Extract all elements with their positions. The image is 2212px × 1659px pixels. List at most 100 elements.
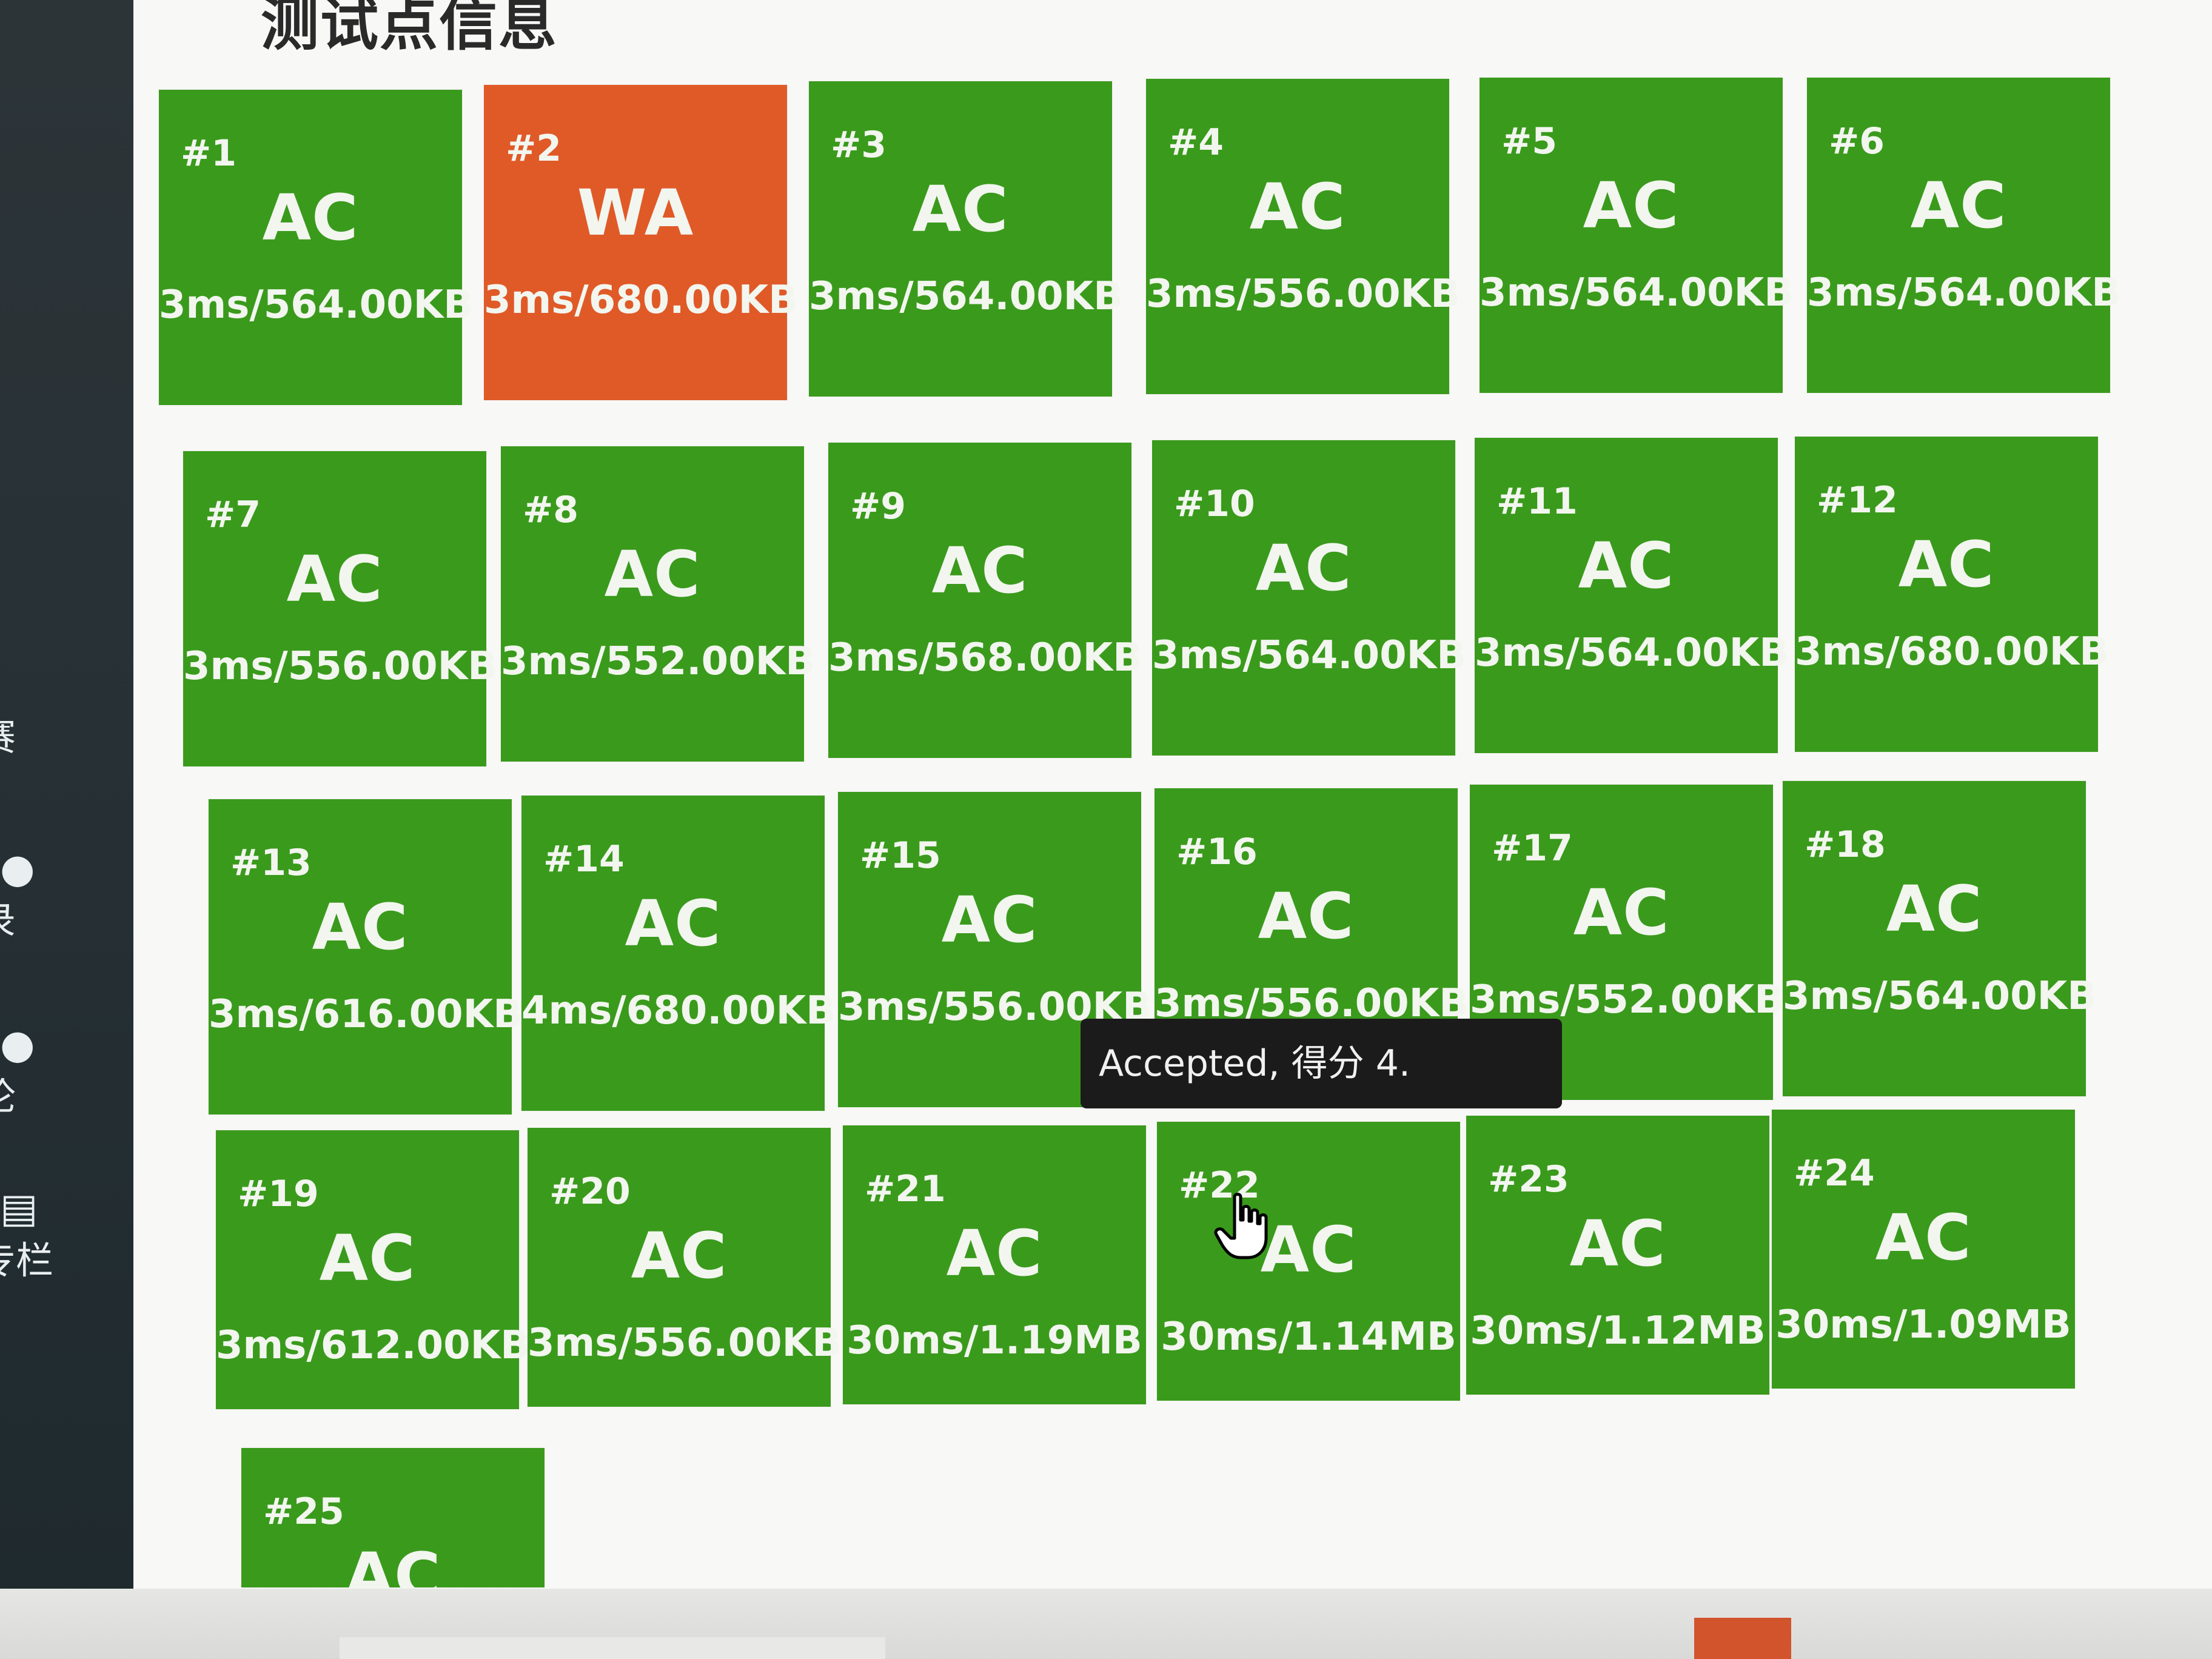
sidebar-item-column[interactable]: ▤ 专栏 — [0, 1188, 97, 1279]
sidebar-item-label: 录 — [0, 902, 97, 940]
testcase-tile[interactable]: #24 AC 30ms/1.09MB — [1772, 1110, 2075, 1389]
testcase-tile[interactable]: #19 AC 3ms/612.00KB — [216, 1130, 531, 1409]
testcase-id: #17 — [1492, 827, 1573, 870]
testcase-tile[interactable]: #10 AC 3ms/564.00KB — [1152, 440, 1467, 756]
hand-cursor-icon — [1214, 1193, 1268, 1259]
testcase-status: AC — [1886, 872, 1983, 946]
testcase-id: #6 — [1829, 120, 1885, 163]
testcase-grid: #1 AC 3ms/564.00KB #2 WA 3ms/680.00KB #3… — [133, 0, 2212, 1589]
sidebar-item-record[interactable]: ● 录 — [0, 849, 97, 940]
testcase-meta: 30ms/1.12MB — [1470, 1309, 1766, 1353]
testcase-status: AC — [1258, 879, 1355, 953]
testcase-status: AC — [946, 1216, 1043, 1290]
testcase-meta: 3ms/564.00KB — [1807, 270, 2122, 315]
testcase-status: AC — [625, 886, 722, 960]
testcase-meta: 30ms/1.09MB — [1775, 1302, 2071, 1347]
testcase-id: #20 — [549, 1170, 631, 1213]
taskbar — [0, 1589, 2212, 1659]
testcase-status: AC — [912, 172, 1009, 246]
testcase-status: AC — [312, 890, 409, 964]
testcase-tile[interactable]: #22 AC 30ms/1.14MB — [1157, 1122, 1460, 1401]
testcase-tile[interactable]: #20 AC 3ms/556.00KB — [528, 1128, 842, 1407]
taskbar-app-icon[interactable] — [1694, 1618, 1791, 1659]
sidebar-item-label: 论 — [0, 1078, 97, 1116]
testcase-tile[interactable]: #14 AC 4ms/680.00KB — [521, 796, 836, 1111]
testcase-status: AC — [1910, 169, 2007, 243]
testcase-meta: 3ms/564.00KB — [159, 283, 474, 327]
testcase-status: AC — [1249, 170, 1346, 244]
testcase-tile[interactable]: #23 AC 30ms/1.12MB — [1466, 1116, 1769, 1395]
testcase-status: AC — [1875, 1201, 1972, 1275]
testcase-tile[interactable]: #1 AC 3ms/564.00KB — [159, 90, 474, 405]
testcase-meta: 3ms/556.00KB — [1146, 272, 1461, 317]
testcase-tile[interactable]: #2 WA 3ms/680.00KB — [484, 85, 799, 400]
testcase-id: #25 — [263, 1490, 344, 1533]
testcase-status: AC — [1569, 1207, 1666, 1281]
testcase-id: #7 — [205, 494, 261, 536]
testcase-status: AC — [941, 883, 1038, 957]
testcase-id: #1 — [181, 132, 237, 175]
testcase-status: AC — [286, 542, 383, 616]
testcase-id: #19 — [238, 1173, 319, 1215]
testcase-meta: 3ms/552.00KB — [501, 639, 816, 684]
screen: 赛 ● 录 ● 论 ▤ 专栏 测试点信息 #1 AC 3ms/564.00KB … — [0, 0, 2212, 1589]
sidebar-item-discussion[interactable]: ● 论 — [0, 1025, 97, 1116]
testcase-status: AC — [1583, 169, 1680, 243]
testcase-meta: 3ms/564.00KB — [1480, 270, 1794, 315]
testcase-status: AC — [1573, 876, 1670, 950]
testcase-status: AC — [604, 537, 701, 611]
taskbar-slot — [340, 1637, 885, 1659]
testcase-meta: 3ms/680.00KB — [1795, 629, 2110, 674]
testcase-id: #3 — [831, 124, 887, 166]
testcase-tile[interactable]: #21 AC 30ms/1.19MB — [843, 1125, 1146, 1404]
testcase-status: AC — [931, 534, 1028, 608]
discussion-icon: ● — [0, 1021, 35, 1068]
testcase-status: WA — [577, 176, 694, 250]
testcase-status: AC — [1898, 528, 1995, 602]
testcase-id: #4 — [1168, 121, 1224, 164]
testcase-tile[interactable]: #9 AC 3ms/568.00KB — [828, 443, 1142, 758]
testcase-meta: 3ms/612.00KB — [216, 1323, 531, 1368]
testcase-meta: 3ms/680.00KB — [484, 278, 799, 323]
testcase-id: #14 — [543, 838, 625, 880]
testcase-tile[interactable]: #25 AC — [241, 1448, 545, 1589]
testcase-tile[interactable]: #4 AC 3ms/556.00KB — [1146, 79, 1461, 394]
testcase-id: #11 — [1496, 480, 1578, 523]
testcase-meta: 3ms/564.00KB — [1152, 633, 1467, 678]
testcase-tile[interactable]: #5 AC 3ms/564.00KB — [1480, 78, 1794, 393]
testcase-id: #13 — [230, 842, 312, 884]
sidebar-item-contest[interactable]: 赛 — [0, 719, 97, 756]
testcase-tile[interactable]: #11 AC 3ms/564.00KB — [1475, 438, 1789, 753]
testcase-meta: 3ms/556.00KB — [183, 644, 498, 689]
testcase-id: #15 — [860, 834, 941, 877]
testcase-id: #23 — [1488, 1158, 1569, 1201]
testcase-id: #5 — [1501, 120, 1558, 163]
testcase-tile[interactable]: #13 AC 3ms/616.00KB — [209, 799, 523, 1114]
testcase-id: #18 — [1805, 823, 1886, 866]
testcase-meta: 3ms/616.00KB — [209, 992, 523, 1037]
testcase-id: #10 — [1174, 483, 1255, 525]
testcase-tile[interactable]: #6 AC 3ms/564.00KB — [1807, 78, 2122, 393]
testcase-meta: 3ms/556.00KB — [528, 1321, 842, 1366]
testcase-status: AC — [1578, 529, 1675, 603]
testcase-tile[interactable]: #8 AC 3ms/552.00KB — [501, 446, 816, 762]
testcase-meta: 30ms/1.19MB — [846, 1318, 1142, 1363]
testcase-meta: 3ms/564.00KB — [809, 274, 1124, 319]
testcase-tile[interactable]: #3 AC 3ms/564.00KB — [809, 81, 1124, 397]
sidebar-item-label: 赛 — [0, 719, 97, 756]
testcase-id: #8 — [523, 489, 579, 531]
record-icon: ● — [0, 845, 35, 892]
testcase-status: AC — [631, 1219, 728, 1293]
testcase-id: #21 — [865, 1168, 946, 1210]
testcase-status: AC — [1260, 1213, 1357, 1287]
testcase-tile[interactable]: #12 AC 3ms/680.00KB — [1795, 437, 2110, 752]
testcase-tile[interactable]: #18 AC 3ms/564.00KB — [1783, 781, 2097, 1096]
testcase-status: AC — [1255, 531, 1352, 605]
testcase-meta: 3ms/552.00KB — [1470, 977, 1785, 1022]
testcase-meta: 30ms/1.14MB — [1161, 1315, 1456, 1359]
testcase-id: #9 — [850, 485, 907, 528]
testcase-id: #24 — [1794, 1152, 1875, 1195]
sidebar-item-label: 专栏 — [0, 1238, 54, 1282]
testcase-tile[interactable]: #7 AC 3ms/556.00KB — [183, 451, 498, 766]
testcase-status: AC — [262, 181, 359, 255]
